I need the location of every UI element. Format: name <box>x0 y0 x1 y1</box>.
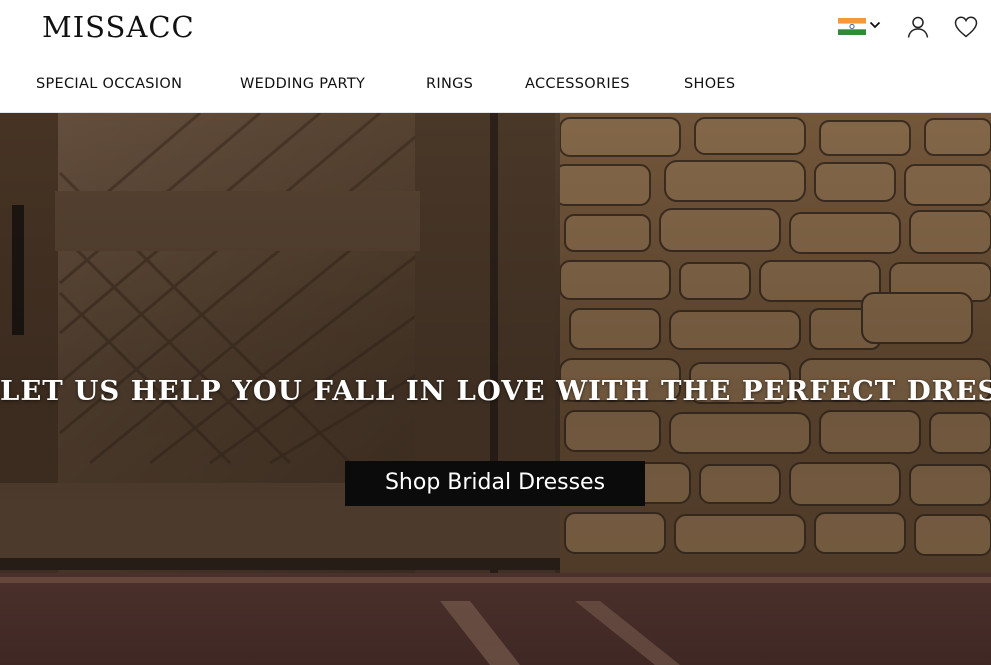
nav-item-accessories[interactable]: ACCESSORIES <box>525 76 630 92</box>
shop-bridal-dresses-button[interactable]: Shop Bridal Dresses <box>345 461 645 506</box>
india-flag-icon <box>838 18 866 35</box>
chevron-down-icon <box>869 21 881 29</box>
nav-item-shoes[interactable]: SHOES <box>684 76 735 92</box>
nav-item-rings[interactable]: RINGS <box>426 76 473 92</box>
nav-item-special-occasion[interactable]: SPECIAL OCCASION <box>36 76 182 92</box>
heart-icon[interactable] <box>953 14 979 40</box>
user-icon[interactable] <box>905 14 931 40</box>
hero-headline: LET US HELP YOU FALL IN LOVE WITH THE PE… <box>0 375 991 407</box>
nav-item-wedding-party[interactable]: WEDDING PARTY <box>240 76 365 92</box>
hero-banner: LET US HELP YOU FALL IN LOVE WITH THE PE… <box>0 113 991 665</box>
region-selector[interactable] <box>837 16 883 36</box>
brand-logo[interactable]: MISSACC <box>42 10 195 44</box>
site-header: MISSACC SPECIAL OCCASION WEDDING PARTY R… <box>0 0 991 113</box>
